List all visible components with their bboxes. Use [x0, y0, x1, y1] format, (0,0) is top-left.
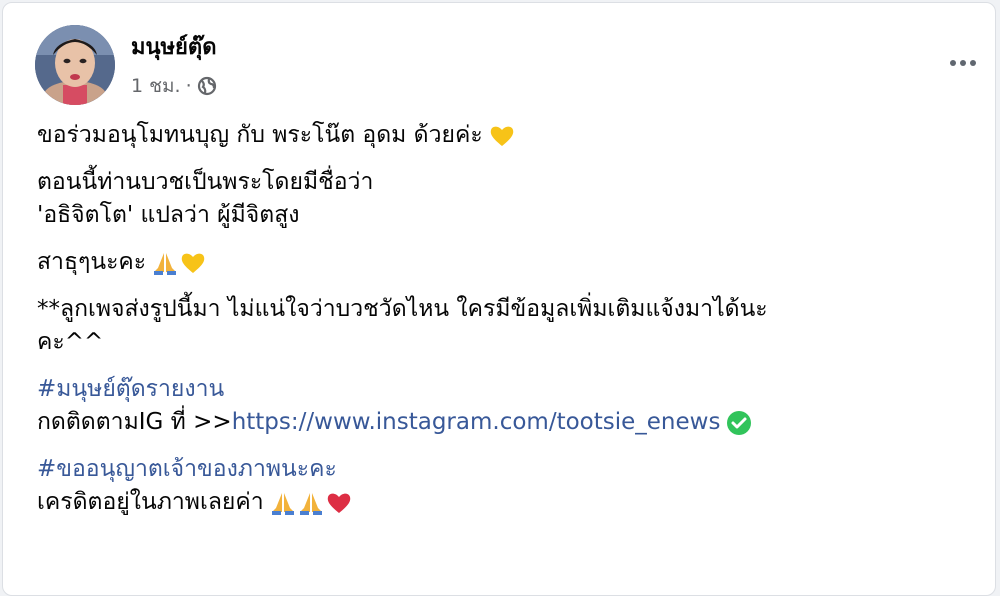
post-text: คะ^^ [37, 329, 104, 355]
post-body: ขอร่วมอนุโมทนบุญ กับ พระโน๊ต อุดม ด้วยค่… [37, 119, 977, 519]
more-dot [960, 60, 966, 66]
post-line: #มนุษย์ตุ๊ดรายงาน [37, 373, 977, 406]
more-dots-icon [950, 60, 956, 66]
instagram-link[interactable]: https://www.instagram.com/tootsie_enews [232, 406, 721, 439]
post-line: คะ^^ [37, 326, 977, 359]
post-text: 'อธิจิตโต' แปลว่า ผู้มีจิตสูง [37, 202, 300, 228]
post-card: มนุษย์ตุ๊ด 1 ชม. · ขอร่วมอนุโมทนบุญ กับ … [2, 2, 996, 596]
post-line: สาธุๆนะคะ [37, 246, 977, 279]
author-avatar[interactable] [35, 25, 115, 105]
post-line: 'อธิจิตโต' แปลว่า ผู้มีจิตสูง [37, 199, 977, 232]
post-text: สาธุๆนะคะ [37, 249, 147, 275]
globe-icon[interactable] [197, 76, 217, 96]
post-line: ตอนนี้ท่านบวชเป็นพระโดยมีชื่อว่า [37, 166, 977, 199]
post-line: ขอร่วมอนุโมทนบุญ กับ พระโน๊ต อุดม ด้วยค่… [37, 119, 977, 152]
post-line: เครดิตอยู่ในภาพเลยค่า [37, 486, 977, 519]
post-line: **ลูกเพจส่งรูปนี้มา ไม่แน่ใจว่าบวชวัดไหน… [37, 293, 977, 326]
post-meta: 1 ชม. · [131, 71, 217, 101]
post-text: กดติดตามIG ที่ >> [37, 409, 232, 435]
hashtag-link[interactable]: #ขออนุญาตเจ้าของภาพนะคะ [37, 453, 337, 486]
folded-hands-icon [154, 252, 177, 275]
meta-separator: · [185, 75, 192, 97]
post-text: ขอร่วมอนุโมทนบุญ กับ พระโน๊ต อุดม ด้วยค่… [37, 122, 483, 148]
post-text: เครดิตอยู่ในภาพเลยค่า [37, 489, 264, 515]
post-text: ตอนนี้ท่านบวชเป็นพระโดยมีชื่อว่า [37, 169, 374, 195]
yellow-heart-icon [181, 253, 205, 273]
folded-hands-icon [271, 492, 294, 515]
folded-hands-icon [299, 492, 322, 515]
post-line: กดติดตามIG ที่ >> https://www.instagram.… [37, 406, 977, 439]
post-timestamp[interactable]: 1 ชม. [131, 71, 181, 101]
more-dot [970, 60, 976, 66]
author-name[interactable]: มนุษย์ตุ๊ด [131, 29, 217, 64]
check-mark-icon [727, 410, 752, 435]
yellow-heart-icon [490, 126, 513, 146]
red-heart-icon [327, 493, 350, 513]
avatar-image [35, 25, 115, 105]
post-line: #ขออนุญาตเจ้าของภาพนะคะ [37, 453, 977, 486]
more-options-button[interactable] [941, 51, 985, 75]
post-text: **ลูกเพจส่งรูปนี้มา ไม่แน่ใจว่าบวชวัดไหน… [37, 296, 768, 322]
hashtag-link[interactable]: #มนุษย์ตุ๊ดรายงาน [37, 373, 224, 406]
